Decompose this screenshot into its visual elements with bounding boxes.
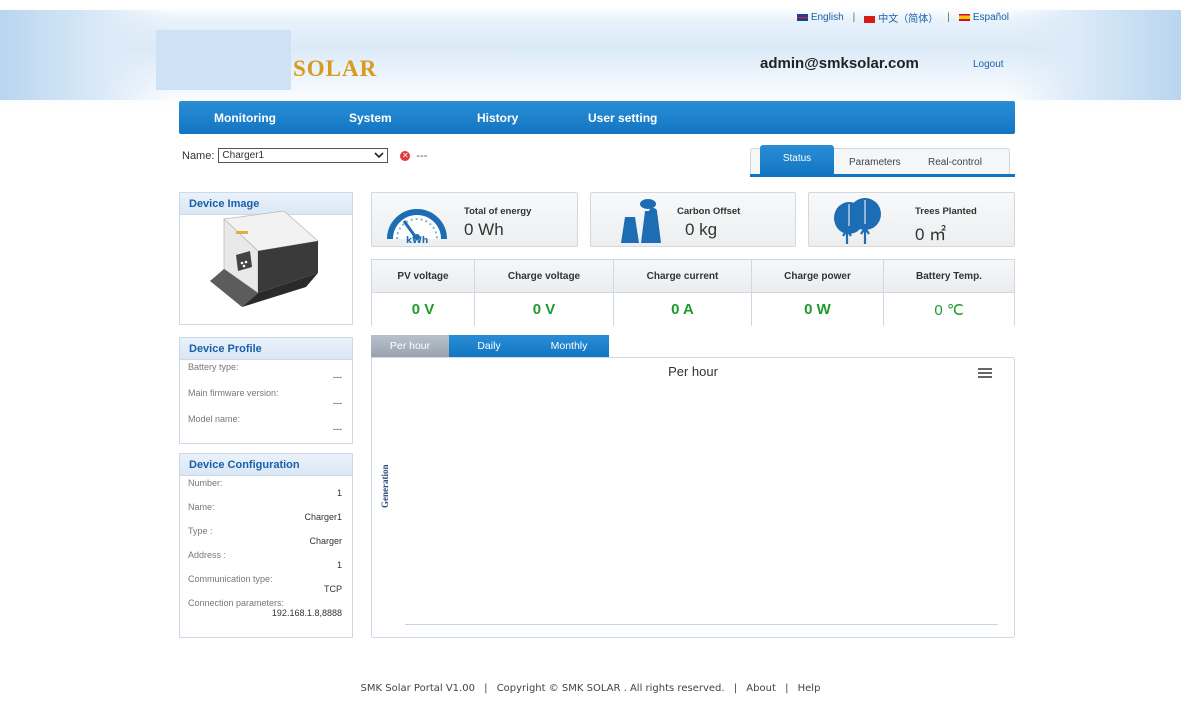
battery-type-label: Battery type: [188,362,239,372]
device-status-dash: --- [416,149,428,162]
separator: | [733,683,738,694]
footer: SMK Solar Portal V1.00 | Copyright © SMK… [0,683,1181,694]
carbon-value: 0 kg [685,220,718,239]
footer-about-link[interactable]: About [746,683,776,694]
value-charge-current: 0 A [614,293,752,326]
device-config-panel: Device Configuration Number: 1 Name: Cha… [179,453,353,638]
header-battery-temp: Battery Temp. [916,270,982,282]
model-name-label: Model name: [188,414,241,424]
config-comm-type-value: TCP [324,584,342,594]
language-spanish[interactable]: Español [958,12,1009,23]
chart-menu-icon[interactable] [978,368,992,378]
trees-value: 0 ㎡ [915,225,947,244]
uk-flag-icon [796,13,808,21]
chart-x-axis [405,624,998,625]
logout-link[interactable]: Logout [973,59,1004,70]
device-config-title: Device Configuration [180,454,352,476]
footer-version: SMK Solar Portal V1.00 [360,683,475,694]
chart-panel: Per hour Generation [371,357,1015,638]
energy-label: Total of energy [464,206,532,217]
logo-text: SOLAR [293,56,378,81]
device-selector-row: Name: Charger1 ✕ --- [182,148,427,163]
footer-help-link[interactable]: Help [798,683,821,694]
config-type-value: Charger [309,536,342,546]
measurements-table: PV voltage Charge voltage Charge current… [371,259,1015,326]
banner-sky-left [0,10,170,100]
config-comm-type-label: Communication type: [188,574,273,584]
nav-history[interactable]: History [477,111,518,125]
config-number-value: 1 [336,488,342,498]
trees-icon [834,198,881,244]
config-name-label: Name: [188,502,215,512]
tab-per-hour[interactable]: Per hour [371,335,449,357]
chart-tabs: Per hour Daily Monthly [371,335,609,357]
value-charge-voltage: 0 V [475,293,614,326]
carbon-label: Carbon Offset [677,206,741,217]
device-name-selected: Charger1 [222,150,265,161]
device-name-select[interactable]: Charger1 [218,148,389,163]
device-image-panel: Device Image [179,192,353,325]
es-flag-icon [958,13,970,21]
measurements-value-row: 0 V 0 V 0 A 0 W 0 ℃ [372,293,1014,326]
config-connection-label: Connection parameters: [188,598,285,608]
header-pv-voltage: PV voltage [372,260,475,292]
measurements-header-row: PV voltage Charge voltage Charge current… [372,260,1014,293]
value-battery-temp: 0 ℃ [934,301,964,319]
chart-y-axis-label: Generation [380,464,390,509]
config-type-label: Type : [188,526,213,536]
delete-device-icon[interactable]: ✕ [400,150,411,161]
nav-monitoring[interactable]: Monitoring [214,111,276,125]
cn-flag-icon [864,15,876,23]
header-charge-current: Charge current [614,260,752,292]
device-profile-panel: Device Profile Battery type: --- Main fi… [179,337,353,444]
trees-stat-box: Trees Planted 0 ㎡ [808,192,1015,247]
value-charge-power: 0 W [752,293,884,326]
language-english[interactable]: English [796,12,844,23]
chart-title: Per hour [668,364,718,379]
tab-monthly[interactable]: Monthly [529,335,609,357]
config-address-label: Address : [188,550,227,560]
tab-parameters[interactable]: Parameters [849,157,901,168]
header-charge-voltage: Charge voltage [475,260,614,292]
header-charge-power: Charge power [752,260,884,292]
language-bar: English | 中文（简体） | Español [796,10,1009,25]
logo-image-placeholder [156,30,291,90]
energy-value: 0 Wh [464,220,504,239]
main-nav: Monitoring System History User setting [179,101,1015,134]
firmware-label: Main firmware version: [188,388,279,398]
separator: | [947,12,950,23]
cooling-tower-icon [621,199,661,243]
separator: | [852,12,856,23]
tab-real-control[interactable]: Real-control [928,157,982,168]
energy-stat-box: kWh Total of energy 0 Wh [371,192,578,247]
footer-copyright: Copyright © SMK SOLAR . All rights reser… [496,683,725,694]
language-chinese[interactable]: 中文（简体） [864,10,938,25]
tab-status[interactable]: Status [760,145,834,175]
separator: | [484,683,488,694]
nav-system[interactable]: System [349,111,392,125]
battery-type-value: --- [333,372,342,382]
value-pv-voltage: 0 V [372,293,475,326]
tabs-underline [750,174,1015,177]
gauge-kwh-label: kWh [406,236,428,243]
nav-user-setting[interactable]: User setting [588,111,657,125]
chevron-down-icon [374,152,384,159]
carbon-stat-box: Carbon Offset 0 kg [590,192,796,247]
trees-label: Trees Planted [915,206,977,217]
config-number-label: Number: [188,478,223,488]
config-connection-value: 192.168.1.8,8888 [271,608,342,618]
banner-sky-right [1011,10,1181,100]
config-name-value: Charger1 [304,512,342,522]
tab-daily[interactable]: Daily [449,335,529,357]
config-address-value: 1 [336,560,342,570]
device-name-label: Name: [182,149,215,162]
firmware-value: --- [333,398,342,408]
model-name-value: --- [333,424,342,434]
gauge-kwh-icon: kWh [387,209,447,243]
charger-device-image [210,211,319,307]
device-profile-title: Device Profile [180,338,352,360]
separator: | [785,683,789,694]
user-email: admin@smksolar.com [760,55,919,72]
